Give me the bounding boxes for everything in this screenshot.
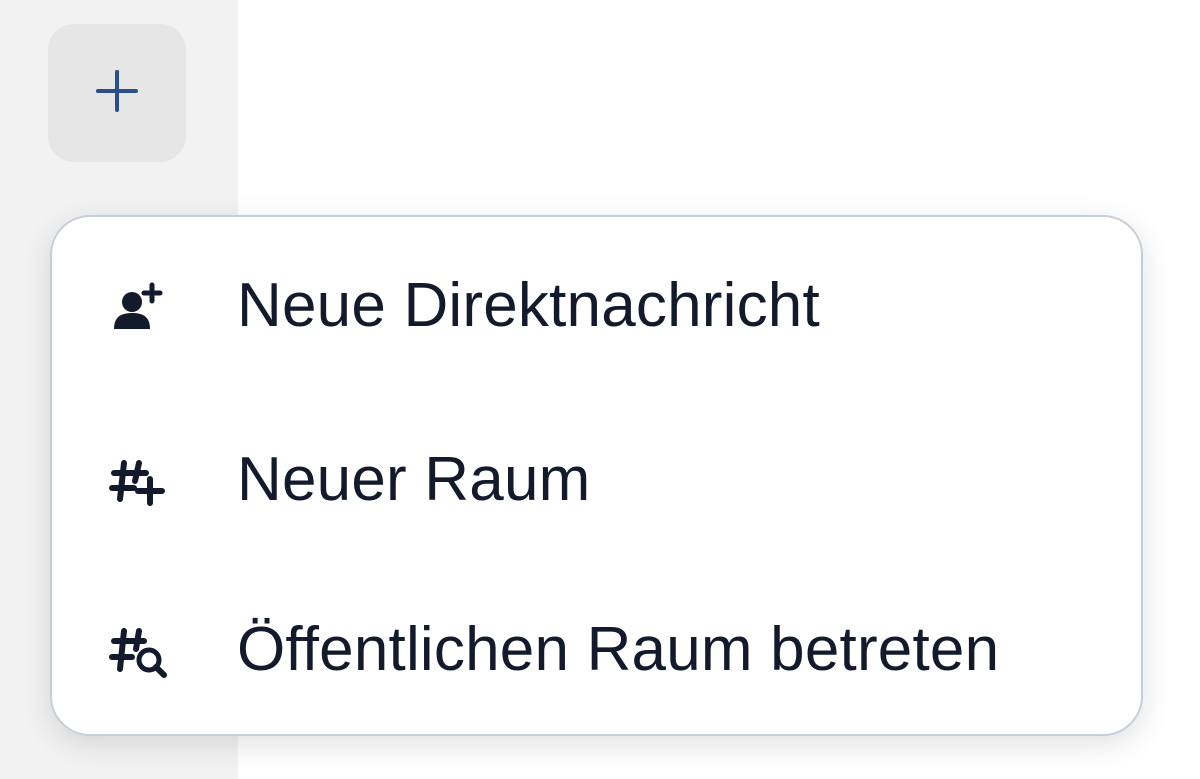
menu-item-label: Öffentlichen Raum betreten bbox=[237, 615, 1000, 684]
menu-item-label: Neue Direktnachricht bbox=[237, 271, 820, 340]
room-add-icon bbox=[104, 445, 174, 515]
add-button[interactable] bbox=[48, 24, 186, 162]
plus-icon bbox=[92, 66, 142, 120]
app: Neue Direktnachricht Neuer Raum Öffentli… bbox=[0, 0, 1200, 779]
context-menu: Neue Direktnachricht Neuer Raum Öffentli… bbox=[50, 215, 1143, 736]
menu-item-join-public-room[interactable]: Öffentlichen Raum betreten bbox=[52, 575, 1141, 725]
user-add-icon bbox=[104, 271, 174, 341]
menu-item-new-direct-message[interactable]: Neue Direktnachricht bbox=[52, 231, 1141, 381]
room-search-icon bbox=[104, 615, 174, 685]
menu-item-label: Neuer Raum bbox=[237, 445, 591, 514]
menu-item-new-room[interactable]: Neuer Raum bbox=[52, 405, 1141, 555]
